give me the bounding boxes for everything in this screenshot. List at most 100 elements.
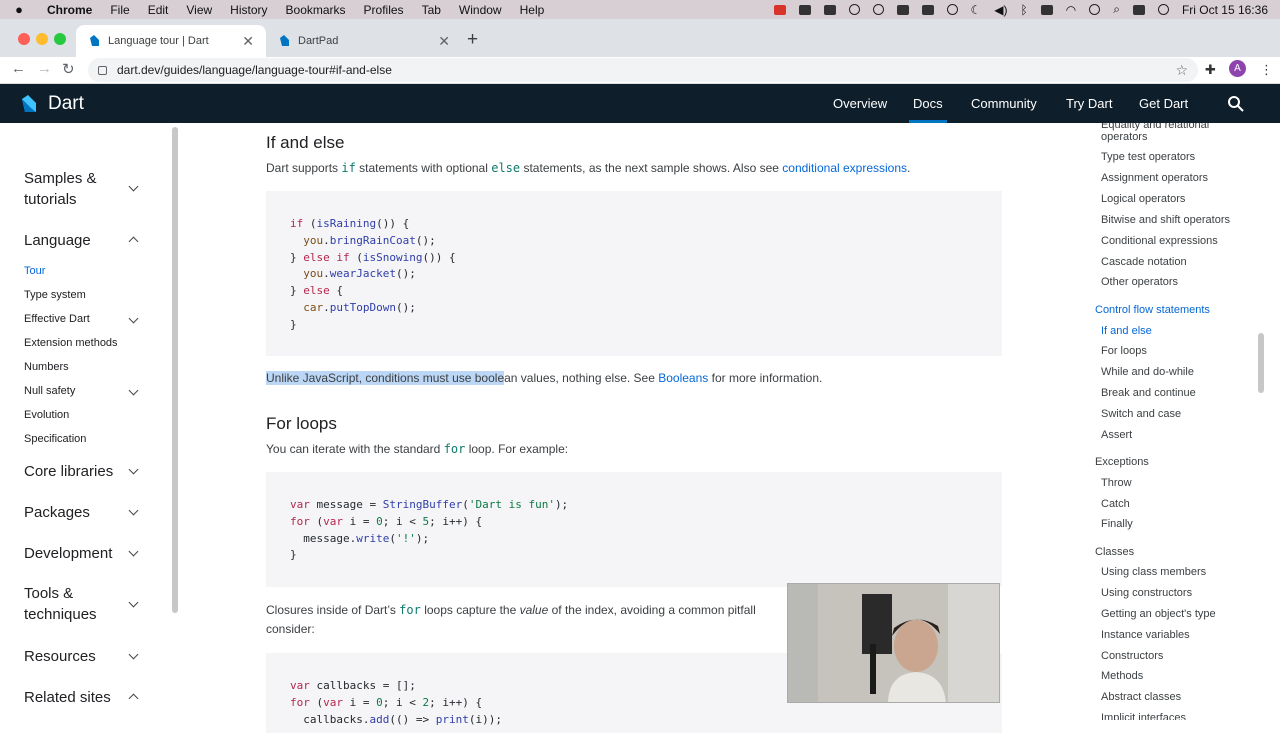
chevron-down-icon[interactable] — [128, 464, 139, 475]
toc-item[interactable]: Assignment operators — [1101, 172, 1208, 185]
wifi-icon[interactable]: ◠ — [1066, 3, 1076, 17]
forward-icon[interactable]: → — [37, 60, 52, 77]
sidebar-item-tour[interactable]: Tour — [24, 265, 45, 277]
menu-help[interactable]: Help — [511, 3, 554, 17]
link-booleans[interactable]: Booleans — [658, 371, 708, 385]
sidebar-item-extension-methods[interactable]: Extension methods — [24, 337, 118, 349]
chevron-down-icon[interactable] — [128, 649, 139, 660]
sidebar-item-core-libraries[interactable]: Core libraries — [24, 461, 113, 482]
sidebar-item-evolution[interactable]: Evolution — [24, 409, 69, 421]
toc-item[interactable]: Methods — [1101, 670, 1143, 683]
bookmark-star-icon[interactable]: ☆ — [1175, 62, 1188, 79]
toc-item[interactable]: For loops — [1101, 345, 1147, 358]
profile-avatar[interactable]: A — [1229, 60, 1246, 77]
tab-language-tour[interactable]: Language tour | Dart ✕ — [76, 25, 266, 57]
toc-item[interactable]: Logical operators — [1101, 193, 1185, 206]
toc-item[interactable]: Conditional expressions — [1101, 235, 1218, 248]
sidebar-item-related-sites[interactable]: Related sites — [24, 687, 111, 708]
chevron-down-icon[interactable] — [128, 546, 139, 557]
scrollbar-thumb[interactable] — [172, 127, 178, 613]
url-text[interactable]: dart.dev/guides/language/language-tour#i… — [117, 63, 392, 77]
nav-community[interactable]: Community — [971, 84, 1037, 123]
menu-clock[interactable]: Fri Oct 15 16:36 — [1182, 3, 1268, 17]
spotlight-search-icon[interactable]: ⌕ — [1113, 2, 1120, 17]
code-text[interactable]: if (isRaining()) { you.bringRainCoat(); … — [290, 216, 456, 334]
toc-item-if-and-else[interactable]: If and else — [1101, 325, 1152, 338]
sidebar-item-tools[interactable]: Tools & techniques — [24, 583, 97, 625]
toc-item[interactable]: Using constructors — [1101, 587, 1192, 600]
chrome-menu-icon[interactable]: ⋮ — [1260, 62, 1273, 78]
toc-item[interactable]: operators — [1101, 131, 1147, 144]
toc-item[interactable]: Using class members — [1101, 566, 1206, 579]
sidebar-item-specification[interactable]: Specification — [24, 433, 86, 445]
chevron-down-icon[interactable] — [128, 505, 139, 516]
chevron-down-icon[interactable] — [128, 181, 139, 192]
cloud-upload-icon[interactable] — [921, 4, 934, 15]
window-zoom-button[interactable] — [54, 33, 66, 45]
sidebar-scrollbar[interactable] — [172, 123, 178, 720]
user-status-icon[interactable] — [1089, 4, 1101, 15]
toc-item[interactable]: Other operators — [1101, 276, 1178, 289]
extensions-puzzle-icon[interactable]: ✚ — [1205, 62, 1216, 78]
menu-edit[interactable]: Edit — [139, 3, 178, 17]
status-circle-icon[interactable] — [848, 4, 860, 15]
toc-item-control-flow[interactable]: Control flow statements — [1095, 304, 1210, 317]
sidebar-item-type-system[interactable]: Type system — [24, 289, 86, 301]
clock-status-icon[interactable] — [872, 4, 884, 15]
toc-item[interactable]: Break and continue — [1101, 387, 1196, 400]
sidebar-item-language[interactable]: Language — [24, 230, 91, 251]
toc-item[interactable]: Getting an object's type — [1101, 608, 1216, 621]
selected-text[interactable]: Unlike JavaScript, conditions must use b… — [266, 371, 505, 385]
volume-icon[interactable]: ◀) — [994, 3, 1007, 17]
code-block-for-loop[interactable]: var message = StringBuffer('Dart is fun'… — [266, 472, 1002, 587]
toc-item[interactable]: Instance variables — [1101, 629, 1190, 642]
sidebar-item-numbers[interactable]: Numbers — [24, 361, 69, 373]
nav-docs[interactable]: Docs — [909, 84, 947, 123]
control-center-icon[interactable] — [1132, 4, 1145, 15]
menu-file[interactable]: File — [101, 3, 138, 17]
sidebar-item-development[interactable]: Development — [24, 543, 112, 564]
toc-item[interactable]: Exceptions — [1095, 456, 1149, 469]
toc-item[interactable]: Bitwise and shift operators — [1101, 214, 1230, 227]
toc-item[interactable]: Throw — [1101, 477, 1132, 490]
battery-icon[interactable] — [1040, 4, 1053, 15]
nav-try-dart[interactable]: Try Dart — [1066, 84, 1112, 123]
image-tool-icon[interactable] — [823, 4, 836, 15]
sidebar-item-effective-dart[interactable]: Effective Dart — [24, 313, 90, 325]
toc-item[interactable]: Constructors — [1101, 650, 1163, 663]
toc-item[interactable]: Catch — [1101, 498, 1130, 511]
sync-status-icon[interactable] — [946, 4, 958, 15]
new-tab-button[interactable]: + — [467, 29, 478, 51]
scrollbar-thumb[interactable] — [1258, 333, 1264, 393]
toc-item[interactable]: Classes — [1095, 546, 1134, 559]
reload-icon[interactable]: ↻ — [62, 60, 75, 78]
tab-close-icon[interactable]: ✕ — [438, 33, 450, 50]
menu-window[interactable]: Window — [450, 3, 511, 17]
toc-item[interactable]: Assert — [1101, 429, 1132, 442]
toc-item[interactable]: While and do-while — [1101, 366, 1194, 379]
dart-logo-icon[interactable] — [18, 94, 38, 114]
tab-close-icon[interactable]: ✕ — [242, 33, 254, 50]
nav-get-dart[interactable]: Get Dart — [1139, 84, 1188, 123]
code-text[interactable]: var callbacks = []; for (var i = 0; i < … — [290, 678, 502, 728]
window-minimize-button[interactable] — [36, 33, 48, 45]
toc-item[interactable]: Switch and case — [1101, 408, 1181, 421]
bluetooth-icon[interactable]: ᛒ — [1021, 3, 1028, 17]
tab-dartpad[interactable]: DartPad ✕ — [266, 25, 462, 57]
menu-app-name[interactable]: Chrome — [38, 3, 101, 17]
toc-item[interactable]: Type test operators — [1101, 151, 1195, 164]
menu-profiles[interactable]: Profiles — [355, 3, 413, 17]
sidebar-item-null-safety[interactable]: Null safety — [24, 385, 75, 397]
link-conditional-expressions[interactable]: conditional expressions — [782, 161, 907, 175]
siri-icon[interactable] — [1157, 4, 1169, 15]
screenshot-tool-icon[interactable] — [798, 4, 811, 15]
code-text[interactable]: var message = StringBuffer('Dart is fun'… — [290, 497, 568, 564]
page-scrollbar[interactable] — [1258, 123, 1266, 720]
nav-overview[interactable]: Overview — [833, 84, 887, 123]
chevron-down-icon[interactable] — [128, 313, 139, 324]
sidebar-item-samples[interactable]: Samples & tutorials — [24, 168, 97, 210]
menu-history[interactable]: History — [221, 3, 276, 17]
toc-item[interactable]: Finally — [1101, 518, 1133, 531]
code-block-if-else[interactable]: if (isRaining()) { you.bringRainCoat(); … — [266, 191, 1002, 356]
chevron-up-icon[interactable] — [128, 693, 139, 704]
